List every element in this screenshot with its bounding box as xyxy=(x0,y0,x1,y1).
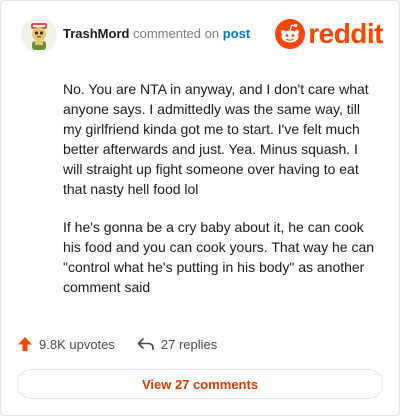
action-text: commented on xyxy=(133,26,220,41)
comment-card: TrashMord commented on post reddit No. Y… xyxy=(0,0,400,416)
upvote-count: 9.8K upvotes xyxy=(39,336,115,352)
reddit-wordmark: reddit xyxy=(308,18,383,49)
post-link[interactable]: post xyxy=(223,26,250,41)
upvotes-stat[interactable]: 9.8K upvotes xyxy=(17,336,115,352)
upvote-arrow-icon xyxy=(18,337,32,351)
comment-body: No. You are NTA in anyway, and I don't c… xyxy=(63,79,375,315)
reply-count: 27 replies xyxy=(160,336,218,352)
avatar[interactable] xyxy=(21,17,57,53)
reddit-snoo-icon xyxy=(275,19,306,49)
comment-meta: TrashMord commented on post xyxy=(63,26,250,42)
username[interactable]: TrashMord xyxy=(63,26,129,41)
reply-arrow-icon xyxy=(137,338,154,351)
avatar-image xyxy=(21,17,57,53)
view-comments-button[interactable]: View 27 comments xyxy=(17,369,383,399)
comment-footer: 9.8K upvotes 27 replies xyxy=(17,333,239,355)
comment-paragraph: No. You are NTA in anyway, and I don't c… xyxy=(63,81,369,197)
comment-paragraph: If he's gonna be a cry baby about it, he… xyxy=(63,219,375,295)
comment-header: TrashMord commented on post reddit xyxy=(17,13,383,53)
reddit-logo[interactable]: reddit xyxy=(275,18,383,50)
replies-stat[interactable]: 27 replies xyxy=(137,337,217,352)
